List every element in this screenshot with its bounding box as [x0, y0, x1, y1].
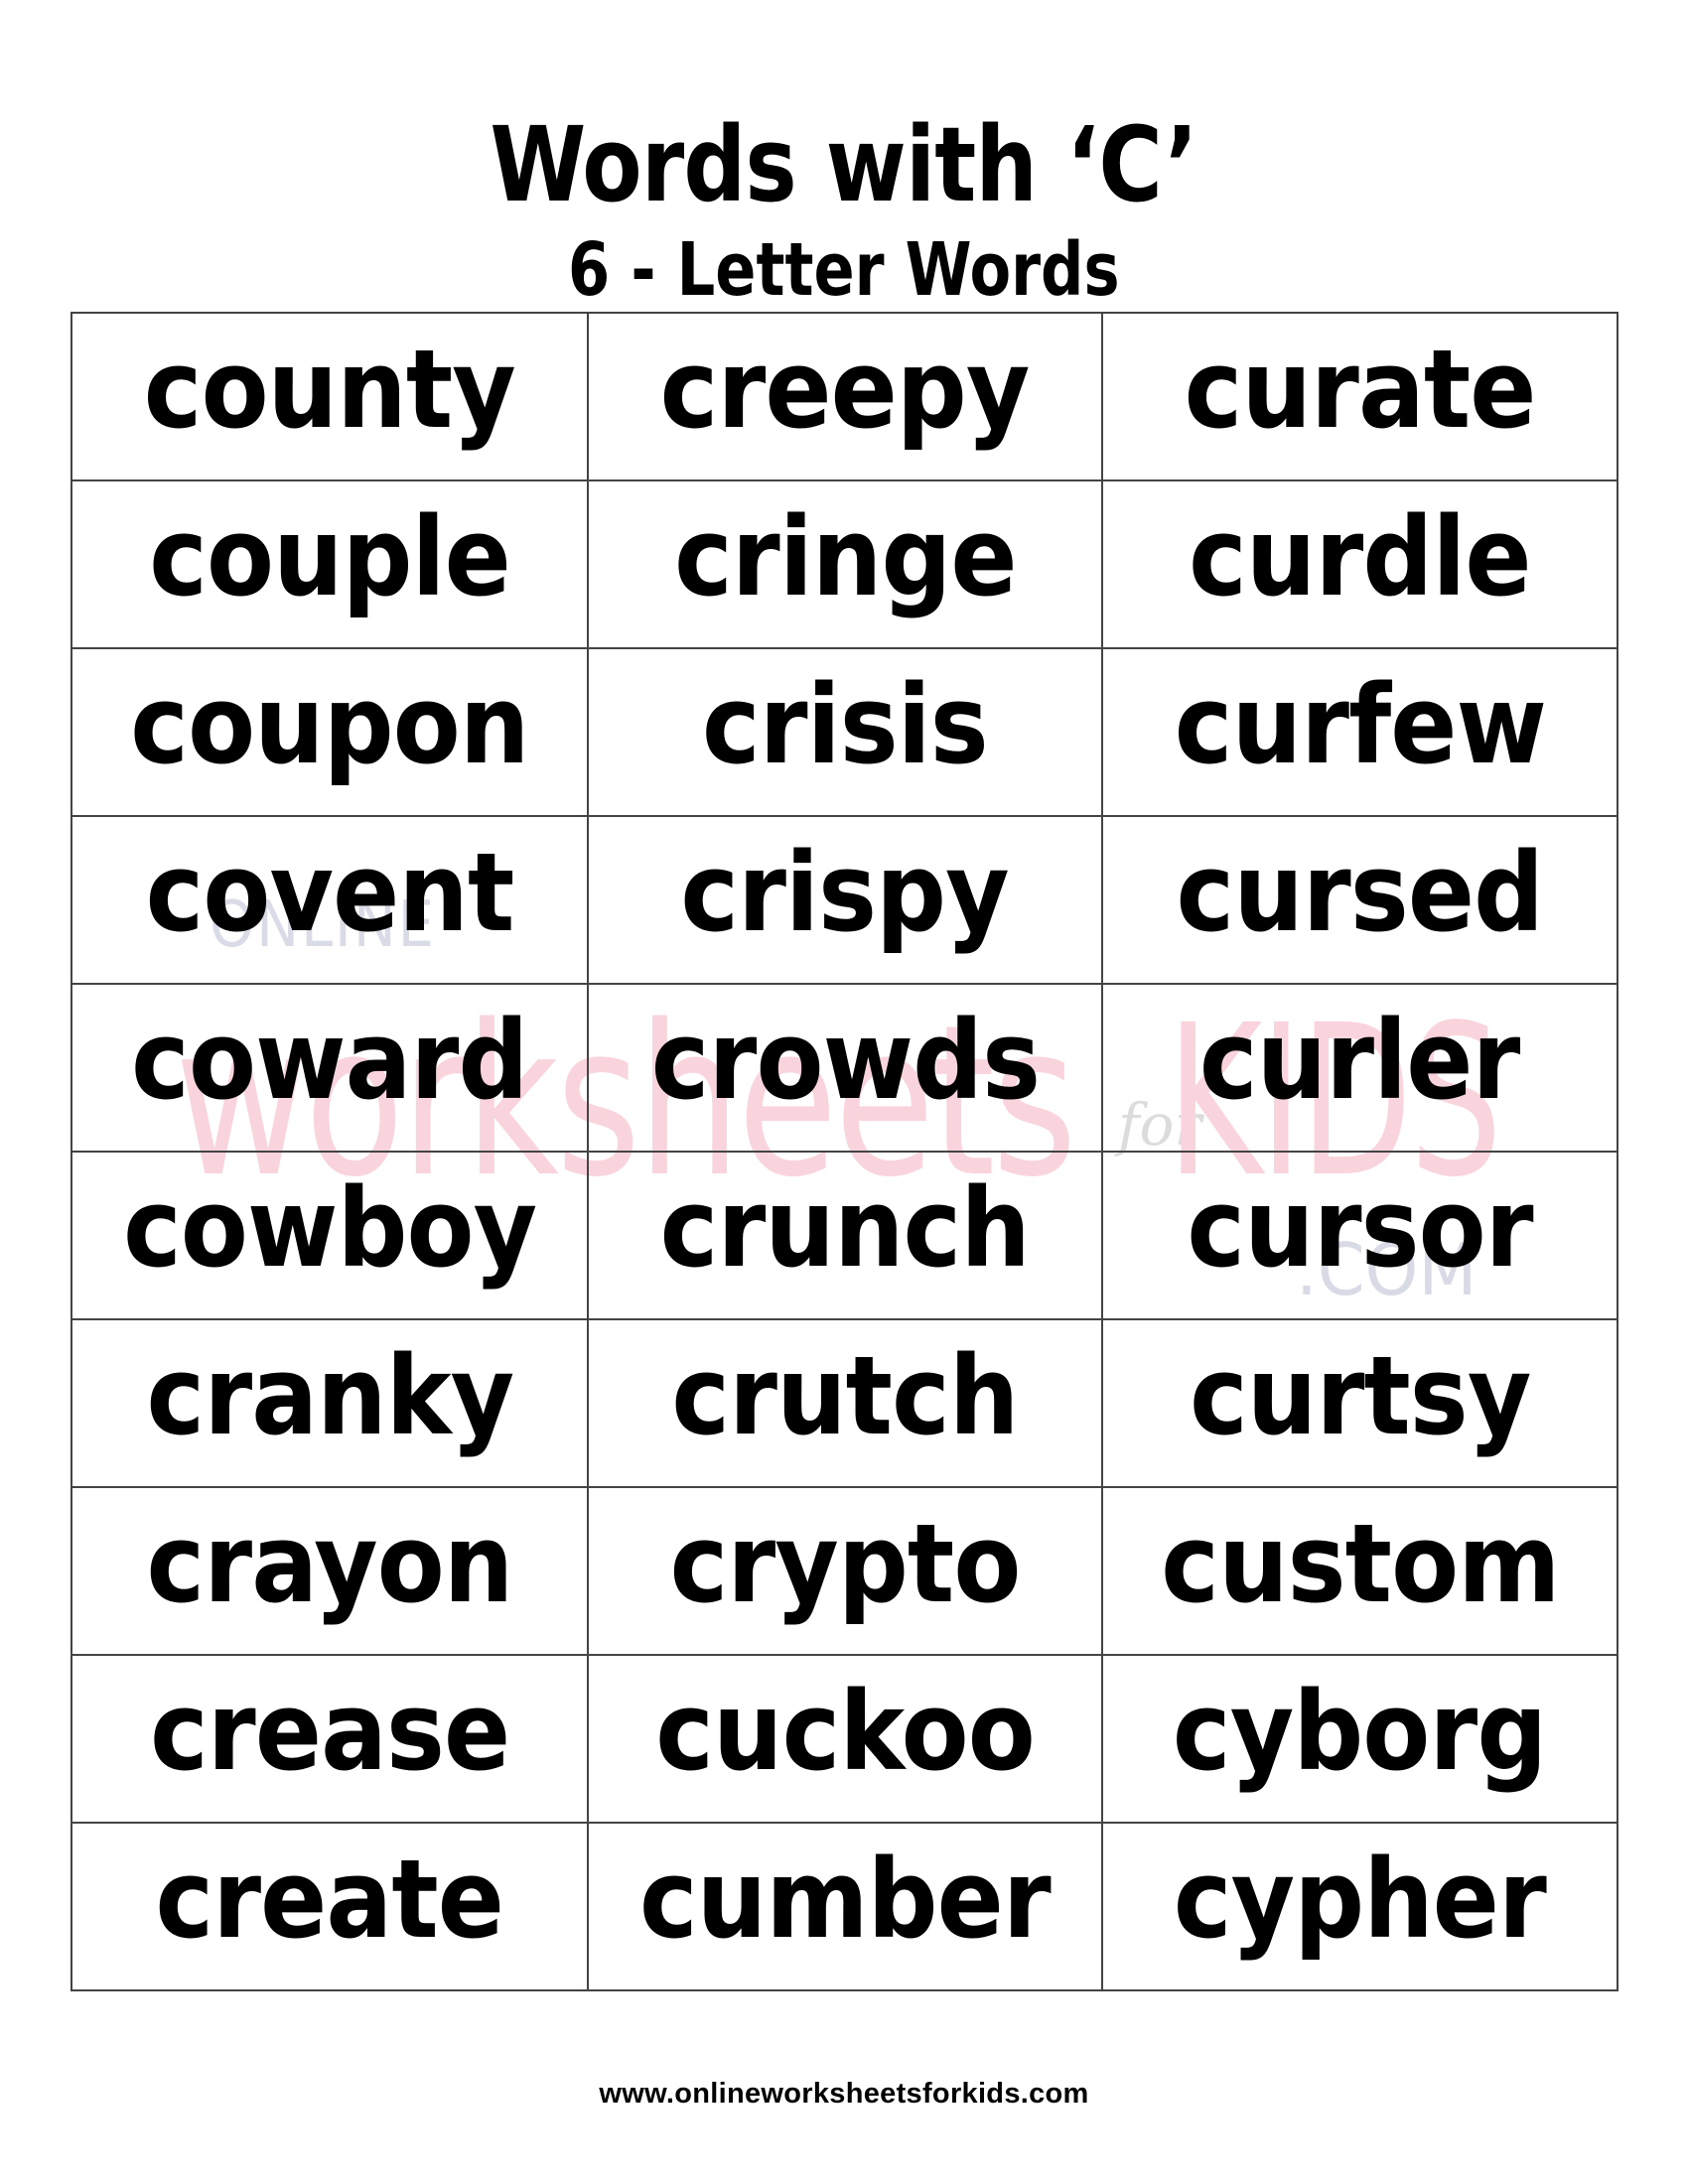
table-row: cowboy crunch cursor: [70, 1151, 1618, 1320]
word: curate: [1184, 325, 1537, 453]
page-subtitle: 6 - Letter Words: [0, 228, 1688, 312]
word: crease: [149, 1667, 510, 1795]
word: curdle: [1189, 492, 1531, 620]
word-cell: creepy: [587, 312, 1103, 481]
word-cell: crutch: [587, 1318, 1103, 1488]
word-cell: crunch: [587, 1151, 1103, 1320]
word-cell: cowboy: [70, 1151, 589, 1320]
word-cell: crease: [70, 1654, 589, 1824]
word-cell: coupon: [70, 647, 589, 817]
page-title-text: Words with ‘C’: [490, 104, 1198, 225]
word-cell: coward: [70, 983, 589, 1153]
word-cell: curtsy: [1101, 1318, 1618, 1488]
word-cell: couple: [70, 479, 589, 649]
table-row: crayon crypto custom: [70, 1486, 1618, 1656]
table-row: cranky crutch curtsy: [70, 1318, 1618, 1488]
word: cringe: [673, 492, 1017, 620]
word: coupon: [130, 660, 529, 788]
word-cell: crowds: [587, 983, 1103, 1153]
word-cell: crypto: [587, 1486, 1103, 1656]
footer-url: www.onlineworksheetsforkids.com: [599, 2078, 1089, 2110]
word-cell: cyborg: [1101, 1654, 1618, 1824]
word: curtsy: [1189, 1331, 1531, 1459]
table-row: coward crowds curler: [70, 983, 1618, 1153]
word: cranky: [146, 1331, 514, 1459]
word: cursor: [1187, 1163, 1533, 1292]
word-table: county creepy curate couple cringe curdl…: [70, 312, 1618, 1991]
word: cowboy: [122, 1163, 537, 1292]
word: cursed: [1176, 828, 1544, 956]
word-cell: crisis: [587, 647, 1103, 817]
word-cell: cursed: [1101, 815, 1618, 985]
word: crypto: [669, 1499, 1022, 1627]
word-cell: cursor: [1101, 1151, 1618, 1320]
word: creepy: [660, 325, 1031, 453]
word-cell: curdle: [1101, 479, 1618, 649]
table-row: county creepy curate: [70, 312, 1618, 481]
page-subtitle-text: 6 - Letter Words: [568, 227, 1120, 313]
word: cuckoo: [655, 1667, 1036, 1795]
table-row: create cumber cypher: [70, 1822, 1618, 1991]
word-cell: cuckoo: [587, 1654, 1103, 1824]
table-row: crease cuckoo cyborg: [70, 1654, 1618, 1824]
word: cypher: [1173, 1835, 1547, 1963]
word: crowds: [650, 996, 1040, 1124]
word-cell: create: [70, 1822, 589, 1991]
word-cell: cringe: [587, 479, 1103, 649]
word-cell: custom: [1101, 1486, 1618, 1656]
word-cell: curfew: [1101, 647, 1618, 817]
word: crispy: [680, 828, 1010, 956]
word: crutch: [671, 1331, 1019, 1459]
word: crayon: [146, 1499, 514, 1627]
word: crunch: [659, 1163, 1031, 1292]
word-cell: crispy: [587, 815, 1103, 985]
word-cell: cumber: [587, 1822, 1103, 1991]
word-cell: cranky: [70, 1318, 589, 1488]
word: couple: [149, 492, 511, 620]
word-cell: cypher: [1101, 1822, 1618, 1991]
table-row: coupon crisis curfew: [70, 647, 1618, 817]
word: custom: [1160, 1499, 1560, 1627]
word-cell: covent: [70, 815, 589, 985]
word-cell: county: [70, 312, 589, 481]
table-row: couple cringe curdle: [70, 479, 1618, 649]
word: coward: [131, 996, 528, 1124]
word: cumber: [639, 1835, 1052, 1963]
word: curler: [1199, 996, 1520, 1124]
word-cell: curate: [1101, 312, 1618, 481]
word-cell: curler: [1101, 983, 1618, 1153]
word-cell: crayon: [70, 1486, 589, 1656]
table-row: covent crispy cursed: [70, 815, 1618, 985]
word: cyborg: [1173, 1667, 1547, 1795]
word: crisis: [702, 660, 989, 788]
word: county: [143, 325, 516, 453]
word: create: [155, 1835, 504, 1963]
page-title: Words with ‘C’: [0, 105, 1688, 224]
word: covent: [145, 828, 515, 956]
word: curfew: [1174, 660, 1546, 788]
